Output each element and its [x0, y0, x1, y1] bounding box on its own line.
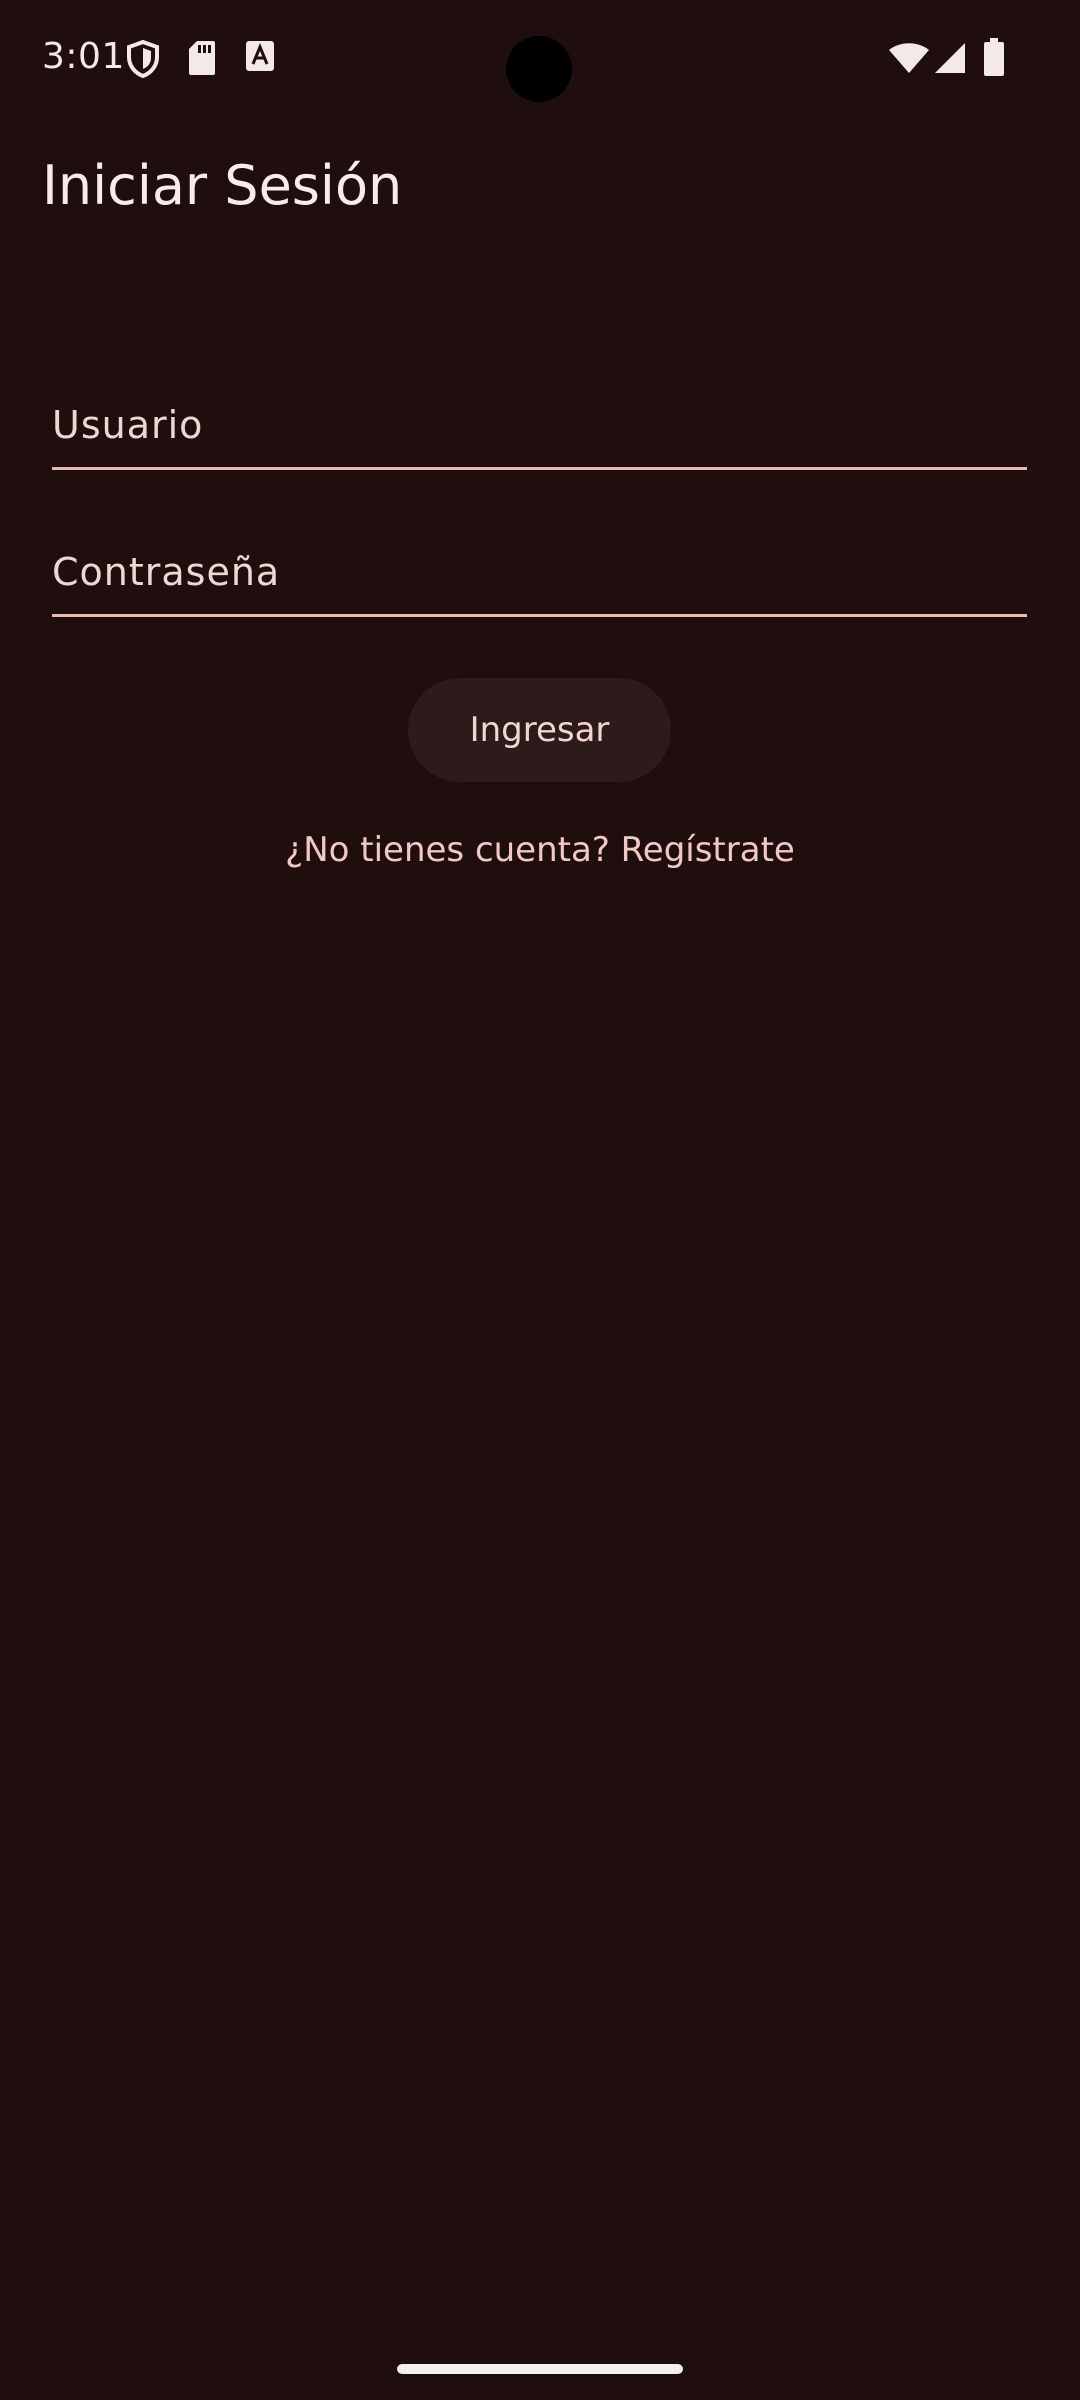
- password-input[interactable]: [52, 499, 1027, 614]
- battery-icon: [984, 38, 1004, 76]
- signal-icon: [935, 43, 965, 73]
- login-button[interactable]: Ingresar: [408, 678, 671, 782]
- sd-card-icon: [189, 41, 215, 75]
- register-link[interactable]: ¿No tienes cuenta? Regístrate: [0, 830, 1080, 870]
- wifi-icon: [889, 43, 929, 73]
- password-field: [52, 499, 1027, 617]
- gesture-navigation-bar[interactable]: [397, 2364, 683, 2374]
- login-screen: 3:01 Iniciar Sesión Usuario Ingresar ¿No…: [0, 0, 1080, 2400]
- status-time: 3:01: [42, 36, 125, 77]
- shield-icon: [127, 40, 159, 78]
- camera-cutout: [506, 36, 572, 102]
- status-bar: 3:01: [0, 0, 1080, 120]
- font-a-icon: [246, 41, 274, 71]
- username-input[interactable]: [52, 352, 1027, 467]
- username-field: [52, 352, 1027, 470]
- page-title: Iniciar Sesión: [42, 154, 403, 217]
